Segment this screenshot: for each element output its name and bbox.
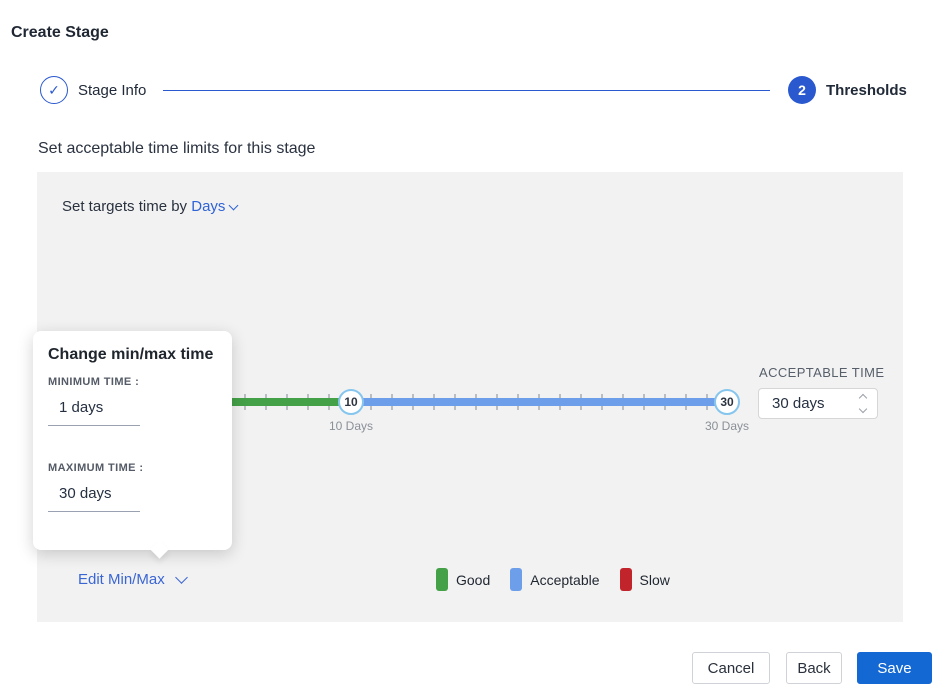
create-stage-page: Create Stage ✓ Stage Info 2 Thresholds S… xyxy=(0,0,945,697)
section-heading: Set acceptable time limits for this stag… xyxy=(38,140,315,158)
minimum-time-input[interactable]: 1 days xyxy=(48,399,140,426)
slider-min-tick-label: 10 Days xyxy=(311,419,391,433)
maximum-time-label: MAXIMUM TIME : xyxy=(48,462,143,474)
slider-handle-max[interactable]: 30 xyxy=(714,389,740,415)
edit-minmax-label: Edit Min/Max xyxy=(78,571,165,588)
slider-handle-min-value: 10 xyxy=(344,395,357,409)
legend-item-slow: Slow xyxy=(620,568,670,591)
acceptable-time-value[interactable]: 30 days xyxy=(759,395,860,412)
slider-handle-min[interactable]: 10 xyxy=(338,389,364,415)
slow-color-swatch xyxy=(620,568,632,591)
change-minmax-popup: Change min/max time MINIMUM TIME : 1 day… xyxy=(33,331,232,550)
step-1-completed-circle[interactable]: ✓ xyxy=(40,76,68,104)
step-2-active-circle[interactable]: 2 xyxy=(788,76,816,104)
step-1-label: Stage Info xyxy=(78,82,146,99)
acceptable-time-input[interactable]: 30 days xyxy=(758,388,878,419)
good-color-swatch xyxy=(436,568,448,591)
page-title: Create Stage xyxy=(11,24,109,42)
unit-selector-dropdown[interactable]: Days xyxy=(191,198,225,215)
acceptable-color-swatch xyxy=(510,568,522,591)
set-targets-row: Set targets time by Days xyxy=(62,198,237,215)
maximum-time-input[interactable]: 30 days xyxy=(48,485,140,512)
slider-track-acceptable-segment[interactable] xyxy=(351,398,727,406)
step-2-label: Thresholds xyxy=(826,82,907,99)
legend-item-acceptable: Acceptable xyxy=(510,568,599,591)
legend-slow-label: Slow xyxy=(640,572,670,588)
edit-minmax-link[interactable]: Edit Min/Max xyxy=(78,571,186,588)
chevron-down-icon[interactable] xyxy=(229,201,239,211)
legend-good-label: Good xyxy=(456,572,490,588)
slider-handle-max-value: 30 xyxy=(720,395,733,409)
step-2-number: 2 xyxy=(798,82,806,98)
set-targets-label: Set targets time by xyxy=(62,198,187,215)
acceptable-time-stepper[interactable] xyxy=(860,395,877,412)
spinner-down-icon[interactable] xyxy=(859,405,867,413)
cancel-button[interactable]: Cancel xyxy=(692,652,770,684)
legend-item-good: Good xyxy=(436,568,490,591)
check-icon: ✓ xyxy=(48,82,60,99)
legend-acceptable-label: Acceptable xyxy=(530,572,599,588)
slider-max-tick-label: 30 Days xyxy=(687,419,767,433)
save-button[interactable]: Save xyxy=(857,652,932,684)
back-button[interactable]: Back xyxy=(786,652,842,684)
minimum-time-label: MINIMUM TIME : xyxy=(48,376,139,388)
chevron-down-icon xyxy=(175,571,188,584)
legend: Good Acceptable Slow xyxy=(436,568,670,591)
acceptable-time-label: ACCEPTABLE TIME xyxy=(759,365,884,380)
spinner-up-icon[interactable] xyxy=(859,394,867,402)
stepper-connector-line xyxy=(163,90,770,91)
popup-title: Change min/max time xyxy=(48,346,213,364)
